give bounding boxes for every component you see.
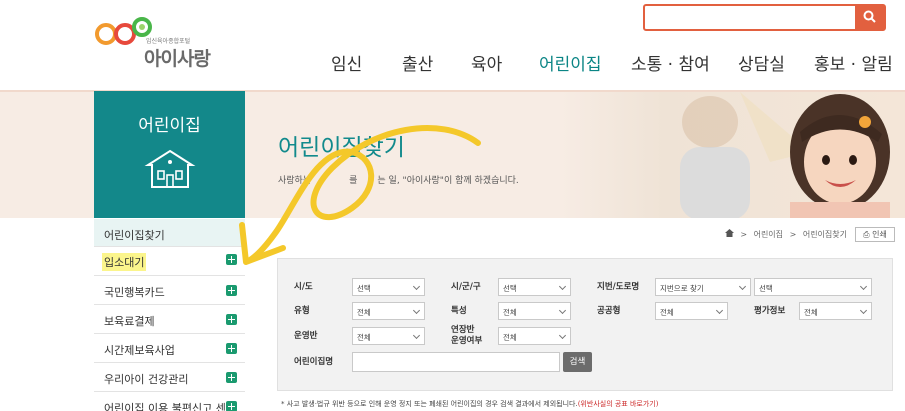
print-button[interactable]: ⎙ 인쇄 [855,227,895,242]
select-sido[interactable]: 선택 [352,278,425,296]
label-name: 어린이집명 [294,357,334,367]
select-evaluation[interactable]: 전체 [799,302,872,320]
plus-icon[interactable] [226,285,237,296]
banner-photo [680,92,890,218]
label-evaluation: 평가정보 [754,306,786,316]
menu-item-hourly-care[interactable]: 시간제보육사업 [94,334,245,363]
plus-icon[interactable] [226,401,237,411]
section-title: 어린이집 [138,116,201,136]
nav-parenting[interactable]: 육아 [471,50,502,75]
select-extended[interactable]: 전체 [498,327,571,345]
label-address-type: 지번/도로명 [597,282,640,292]
section-header: 어린이집 [94,91,245,218]
search-form: 시/도 선택 시/군/구 선택 지번/도로명 지번으로 찾기 선택 유형 전체 … [277,258,893,391]
menu-item-fee-payment[interactable]: 보육료결제 [94,305,245,334]
label-public: 공공형 [597,306,621,316]
plus-icon[interactable] [226,254,237,265]
menu-item-health[interactable]: 우리아이 건강관리 [94,363,245,392]
notice: * 사고 발생·법규 위반 등으로 인해 운영 정지 또는 폐쇄된 어린이집의 … [281,400,659,408]
select-class[interactable]: 전체 [352,327,425,345]
select-address-type[interactable]: 지번으로 찾기 [655,278,751,296]
select-sigungu[interactable]: 선택 [498,278,571,296]
menu-item-daycare-search[interactable]: 어린이집찾기 [94,219,245,247]
page-title: 어린이집찾기 [278,135,405,161]
submit-search-button[interactable]: 검색 [563,352,592,372]
plus-icon[interactable] [226,314,237,325]
page: 임신육아종합포털 아이사랑 임신 출산 육아 어린이집 소통 · 참여 상담실 … [0,0,905,411]
search-icon [863,10,876,23]
label-sigungu: 시/군/구 [451,282,481,292]
nav-counsel[interactable]: 상담실 [738,50,785,75]
breadcrumb-item[interactable]: 어린이집 [754,230,783,239]
select-feature[interactable]: 전체 [498,302,571,320]
nav-daycare[interactable]: 어린이집 [539,50,602,75]
logo-name: 아이사랑 [144,48,211,70]
nav-birth[interactable]: 출산 [402,50,433,75]
select-type[interactable]: 전체 [352,302,425,320]
search-button[interactable] [855,4,885,31]
label-extended: 연장반 운영여부 [451,325,483,346]
plus-icon[interactable] [226,343,237,354]
menu-item-waitlist[interactable]: 입소대기 [94,247,245,276]
daycare-building-icon [144,149,196,188]
menu-item-happy-card[interactable]: 국민행복카드 [94,276,245,305]
print-icon: ⎙ [863,230,870,239]
search-input[interactable] [643,4,886,31]
select-address-area[interactable]: 선택 [754,278,872,296]
menu-item-complaint[interactable]: 어린이집 이용 불편신고 센터 [94,392,245,411]
home-icon[interactable] [724,229,734,237]
name-input[interactable] [352,352,560,372]
plus-icon[interactable] [226,372,237,383]
label-feature: 특성 [451,306,467,316]
select-public[interactable]: 전체 [655,302,728,320]
breadcrumb-item[interactable]: 어린이집찾기 [803,230,847,239]
label-type: 유형 [294,306,310,316]
page-subtitle: 사랑하는 를 는 일, "아이사랑"이 함께 하겠습니다. [278,176,519,186]
label-sido: 시/도 [294,282,313,292]
nav-news[interactable]: 홍보 · 알림 [814,50,893,75]
logo[interactable]: 임신육아종합포털 아이사랑 [94,10,224,70]
side-menu: 어린이집찾기 입소대기 국민행복카드 보육료결제 시간제보육사업 우리아이 건강… [94,219,245,411]
violation-link[interactable]: (위반사실의 공표 바로가기) [578,400,659,408]
nav-community[interactable]: 소통 · 참여 [631,50,710,75]
breadcrumb: > 어린이집 > 어린이집찾기 [724,229,847,240]
label-class: 운영반 [294,331,318,341]
nav-pregnancy[interactable]: 임신 [331,50,362,75]
